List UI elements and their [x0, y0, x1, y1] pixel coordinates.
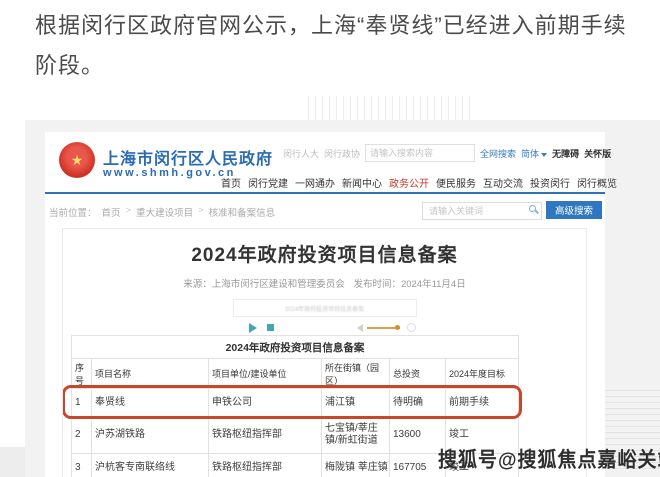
cell-unit: 铁路枢纽指挥部 — [209, 454, 322, 477]
nav-item-home[interactable]: 首页 — [221, 175, 241, 190]
main-navigation: 首页 闵行党建 一网通办 新闻中心 政务公开 便民服务 互动交流 投资闵行 闵行… — [221, 175, 617, 190]
lang-toggle[interactable]: 简体 — [521, 147, 547, 160]
nav-item-hudong[interactable]: 互动交流 — [483, 175, 523, 190]
top-link-zhengxie[interactable]: 闵行政协 — [324, 147, 360, 160]
stop-icon[interactable] — [267, 324, 274, 331]
nav-item-dangjian[interactable]: 闵行党建 — [248, 175, 288, 190]
col-header-unit: 项目单位/建设单位 — [209, 359, 322, 389]
breadcrumb-home[interactable]: 首页 — [102, 205, 121, 219]
breadcrumb-label: 当前位置： — [49, 205, 97, 219]
col-header-index: 序号 — [72, 359, 92, 389]
nav-item-bianmin[interactable]: 便民服务 — [436, 175, 476, 190]
col-header-town: 所在街镇（园区） — [322, 359, 390, 389]
table-caption: 2024年政府投资项目信息备案 — [72, 336, 519, 359]
embedded-website-screenshot: ★ 上海市闵行区人民政府 www.shmh.gov.cn 闵行人大 闵行政协 全… — [25, 120, 660, 477]
nav-item-yiwangtongban[interactable]: 一网通办 — [295, 175, 335, 190]
emblem-star-icon: ★ — [71, 152, 84, 169]
breadcrumb-current: 核准和备案信息 — [209, 205, 276, 219]
col-header-project-name: 项目名称 — [92, 359, 209, 389]
advanced-search-button[interactable]: 高级搜索 — [546, 201, 602, 219]
document-meta: 来源：上海市闵行区建设和管理委员会 发布时间：2024年11月4日 — [63, 276, 586, 290]
page-search: 高级搜索 — [422, 200, 602, 220]
cell-town: 梅陇镇 莘庄镇 — [322, 454, 390, 477]
cell-index: 2 — [72, 417, 92, 454]
col-header-2024-goal: 2024年度目标 — [446, 359, 519, 389]
gov-webpage: ★ 上海市闵行区人民政府 www.shmh.gov.cn 闵行人大 闵行政协 全… — [45, 132, 605, 477]
audio-title-bar: 2024年政府投资项目信息备案 — [233, 299, 417, 317]
site-url[interactable]: www.shmh.gov.cn — [103, 167, 236, 179]
care-mode-link[interactable]: 关怀版 — [584, 147, 611, 160]
cell-unit: 铁路枢纽指挥部 — [209, 417, 322, 454]
header-topbar: 闵行人大 闵行政协 全网搜索 简体 无障碍 关怀版 — [283, 144, 611, 162]
cell-index: 1 — [72, 389, 92, 417]
article-intro-text: 根据闵行区政府官网公示，上海“奉贤线”已经进入前期手续阶段。 — [35, 6, 640, 86]
nav-item-zwgk-active[interactable]: 政务公开 — [389, 175, 429, 190]
play-icon[interactable] — [249, 323, 257, 333]
cell-goal: 前期手续 — [446, 389, 519, 417]
volume-up-icon[interactable] — [407, 323, 416, 332]
volume-slider-handle[interactable] — [395, 325, 400, 330]
breadcrumb-separator: > — [198, 205, 204, 219]
document-source: 来源：上海市闵行区建设和管理委员会 — [183, 279, 345, 290]
breadcrumb-major-projects[interactable]: 重大建设项目 — [136, 205, 193, 219]
volume-down-icon[interactable] — [357, 324, 363, 332]
cell-index: 3 — [72, 454, 92, 477]
site-search-input[interactable] — [365, 144, 475, 162]
watermark: 搜狐号@搜狐焦点嘉峪关站 — [438, 444, 660, 473]
article-card: 2024年政府投资项目信息备案 来源：上海市闵行区建设和管理委员会 发布时间：2… — [62, 228, 587, 477]
breadcrumb: 当前位置： 首页 > 重大建设项目 > 核准和备案信息 — [49, 205, 275, 219]
top-link-renda[interactable]: 闵行人大 — [283, 147, 319, 160]
cell-project-name: 奉贤线 — [92, 389, 209, 417]
col-header-investment: 总投资 — [390, 359, 446, 389]
site-search-button[interactable]: 全网搜索 — [480, 147, 516, 160]
chevron-down-icon — [541, 153, 547, 157]
cell-project-name: 沪杭客专南联络线 — [92, 454, 209, 477]
accessibility-link[interactable]: 无障碍 — [552, 147, 579, 160]
header-divider — [45, 192, 605, 194]
cell-town: 浦江镇 — [322, 389, 390, 417]
search-icon[interactable] — [529, 205, 536, 212]
cell-town: 七宝镇/莘庄镇/新虹街道 — [322, 417, 390, 454]
nav-item-gailan[interactable]: 闵行概览 — [577, 175, 617, 190]
national-emblem-icon: ★ — [59, 142, 95, 178]
nav-item-news[interactable]: 新闻中心 — [342, 175, 382, 190]
audio-title: 2024年政府投资项目信息备案 — [285, 304, 364, 313]
keyword-search-input[interactable] — [422, 202, 542, 220]
cell-investment: 待明确 — [390, 389, 446, 417]
cell-project-name: 沪苏湖铁路 — [92, 417, 209, 454]
audio-player: 2024年政府投资项目信息备案 — [233, 299, 417, 337]
document-title: 2024年政府投资项目信息备案 — [63, 240, 586, 267]
document-publish-date: 发布时间：2024年11月4日 — [353, 279, 465, 290]
site-title: 上海市闵行区人民政府 — [103, 145, 273, 169]
breadcrumb-separator: > — [126, 205, 132, 219]
cell-unit: 申铁公司 — [209, 389, 322, 417]
nav-item-touzi[interactable]: 投资闵行 — [530, 175, 570, 190]
